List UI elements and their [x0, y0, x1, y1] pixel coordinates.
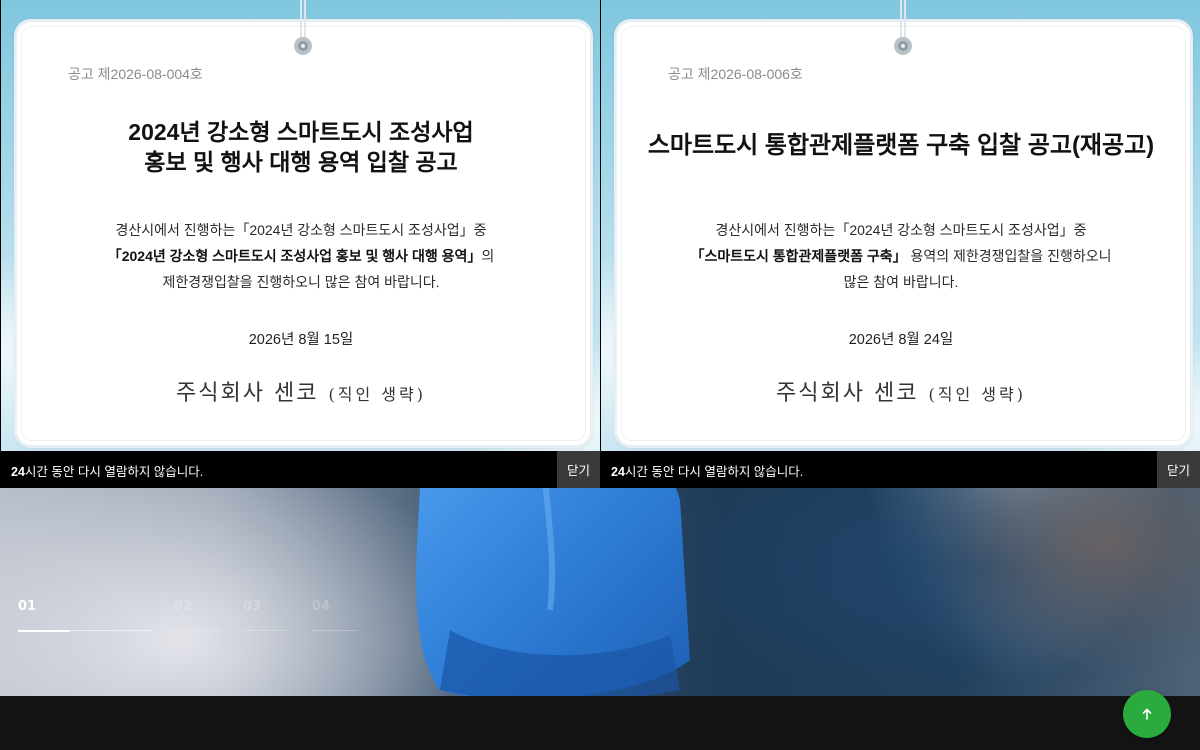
slide-progress-track — [174, 630, 220, 631]
seal-note: (직인 생략) — [328, 385, 426, 404]
slide-number: 04 — [312, 599, 331, 614]
slide-number: 01 — [18, 599, 37, 614]
footer-band — [0, 696, 1200, 750]
hide-text: 시간 동안 다시 열람하지 않습니다. — [624, 465, 804, 479]
notice-body-suffix: 용역의 제한경쟁입찰을 진행하오니 — [906, 248, 1112, 264]
notice-body-line: 많은 참여 바랍니다. — [843, 274, 959, 290]
arrow-up-icon — [1142, 708, 1152, 720]
hanger-pin-icon — [294, 0, 312, 55]
notice-number: 공고 제2026-08-006호 — [668, 66, 803, 82]
slide-progress-track — [312, 630, 358, 631]
notice-body: 경산시에서 진행하는「2024년 강소형 스마트도시 조성사업」중 「2024년… — [1, 217, 600, 295]
popup-background: 공고 제2026-08-004호 2024년 강소형 스마트도시 조성사업 홍보… — [1, 0, 600, 451]
popup-footer: 24시간 동안 다시 열람하지 않습니다. 닫기 — [0, 451, 600, 488]
notice-body-line: 경산시에서 진행하는「2024년 강소형 스마트도시 조성사업」중 — [715, 222, 1087, 238]
hide-hours: 24 — [11, 465, 25, 479]
hide-text: 시간 동안 다시 열람하지 않습니다. — [24, 465, 204, 479]
notice-popup-2: 공고 제2026-08-006호 스마트도시 통합관제플랫폼 구축 입찰 공고(… — [600, 0, 1200, 488]
slide-progress-track — [243, 630, 289, 631]
notice-date: 2026년 8월 15일 — [248, 332, 354, 348]
slide-progress-fill — [18, 629, 70, 632]
notice-title-line: 스마트도시 통합관제플랫폼 구축 입찰 공고(재공고) — [647, 132, 1155, 159]
back-to-top-button[interactable] — [1123, 690, 1171, 738]
company-name: 주식회사 센코 — [176, 381, 319, 406]
company-signature: 주식회사 센코 (직인 생략) — [1, 375, 600, 407]
company-name: 주식회사 센코 — [776, 381, 919, 406]
slide-tab-03[interactable]: 03 — [243, 599, 289, 631]
hide-24h-link[interactable]: 24시간 동안 다시 열람하지 않습니다. — [611, 461, 803, 480]
notice-body-suffix: 의 — [481, 248, 495, 264]
notice-popup-1: 공고 제2026-08-004호 2024년 강소형 스마트도시 조성사업 홍보… — [0, 0, 600, 488]
notice-date: 2026년 8월 24일 — [848, 332, 954, 348]
slide-tab-04[interactable]: 04 — [312, 599, 358, 631]
hanger-pin-icon — [894, 0, 912, 55]
close-button[interactable]: 닫기 — [557, 451, 600, 488]
slide-tab-01[interactable]: 01 — [18, 599, 151, 632]
notice-body-line: 「2024년 강소형 스마트도시 조성사업 홍보 및 행사 대행 용역」의 — [1, 243, 600, 269]
hide-24h-link[interactable]: 24시간 동안 다시 열람하지 않습니다. — [11, 461, 203, 480]
slide-progress-track — [18, 629, 151, 632]
notice-project-name: 「스마트도시 통합관제플랫폼 구축」 — [690, 248, 907, 264]
notice-body: 경산시에서 진행하는「2024년 강소형 스마트도시 조성사업」중 「스마트도시… — [601, 217, 1200, 295]
slide-tab-02[interactable]: 02 — [174, 599, 220, 631]
notice-number: 공고 제2026-08-004호 — [68, 66, 203, 82]
seal-note: (직인 생략) — [928, 385, 1026, 404]
slide-number: 03 — [243, 599, 262, 614]
company-signature: 주식회사 센코 (직인 생략) — [601, 375, 1200, 407]
notice-title: 2024년 강소형 스마트도시 조성사업 홍보 및 행사 대행 용역 입찰 공고 — [1, 117, 600, 177]
notice-project-name: 「2024년 강소형 스마트도시 조성사업 홍보 및 행사 대행 용역」 — [107, 248, 482, 264]
hero-blur — [880, 480, 1200, 696]
notice-body-line: 제한경쟁입찰을 진행하오니 많은 참여 바랍니다. — [162, 274, 440, 290]
notice-body-line: 「스마트도시 통합관제플랫폼 구축」 용역의 제한경쟁입찰을 진행하오니 — [601, 243, 1200, 269]
popup-footer: 24시간 동안 다시 열람하지 않습니다. 닫기 — [600, 451, 1200, 488]
notice-body-line: 경산시에서 진행하는「2024년 강소형 스마트도시 조성사업」중 — [115, 222, 487, 238]
slide-number: 02 — [174, 599, 193, 614]
notice-title: 스마트도시 통합관제플랫폼 구축 입찰 공고(재공고) — [601, 131, 1200, 161]
popup-background: 공고 제2026-08-006호 스마트도시 통합관제플랫폼 구축 입찰 공고(… — [601, 0, 1200, 451]
notice-title-line: 홍보 및 행사 대행 용역 입찰 공고 — [144, 149, 458, 175]
notice-title-line: 2024년 강소형 스마트도시 조성사업 — [128, 119, 474, 145]
close-button[interactable]: 닫기 — [1157, 451, 1200, 488]
hide-hours: 24 — [611, 465, 625, 479]
